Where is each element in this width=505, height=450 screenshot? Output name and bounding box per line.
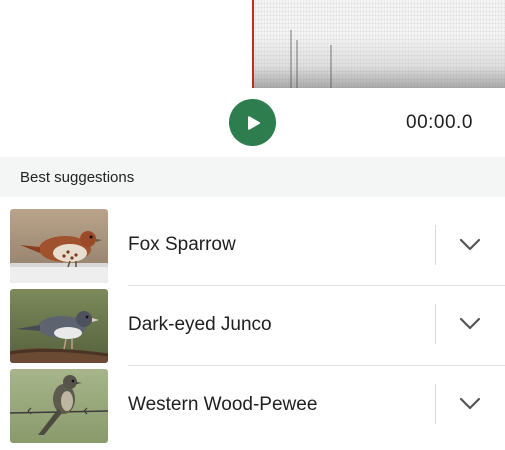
play-button[interactable] xyxy=(229,99,276,146)
suggestions-header: Best suggestions xyxy=(0,157,505,197)
row-divider xyxy=(435,384,436,424)
bird-thumbnail xyxy=(10,289,108,363)
spectrogram-area xyxy=(0,0,505,88)
row-divider xyxy=(435,225,436,265)
bird-name: Fox Sparrow xyxy=(128,234,236,255)
list-item[interactable]: Fox Sparrow xyxy=(0,205,505,285)
chevron-down-icon[interactable] xyxy=(458,237,482,253)
bird-name: Western Wood-Pewee xyxy=(128,394,318,415)
play-icon xyxy=(247,115,260,130)
bird-thumbnail xyxy=(10,209,108,283)
chevron-down-icon[interactable] xyxy=(458,316,482,332)
chevron-down-icon[interactable] xyxy=(458,396,482,412)
row-divider xyxy=(435,304,436,344)
list-item[interactable]: Western Wood-Pewee xyxy=(0,366,505,446)
spectrogram[interactable] xyxy=(252,0,505,88)
bird-name: Dark-eyed Junco xyxy=(128,314,272,335)
list-item[interactable]: Dark-eyed Junco xyxy=(0,286,505,366)
suggestions-header-label: Best suggestions xyxy=(20,168,135,186)
bird-thumbnail xyxy=(10,369,108,443)
playback-time: 00:00.0 xyxy=(406,112,473,133)
playhead[interactable] xyxy=(252,0,254,88)
